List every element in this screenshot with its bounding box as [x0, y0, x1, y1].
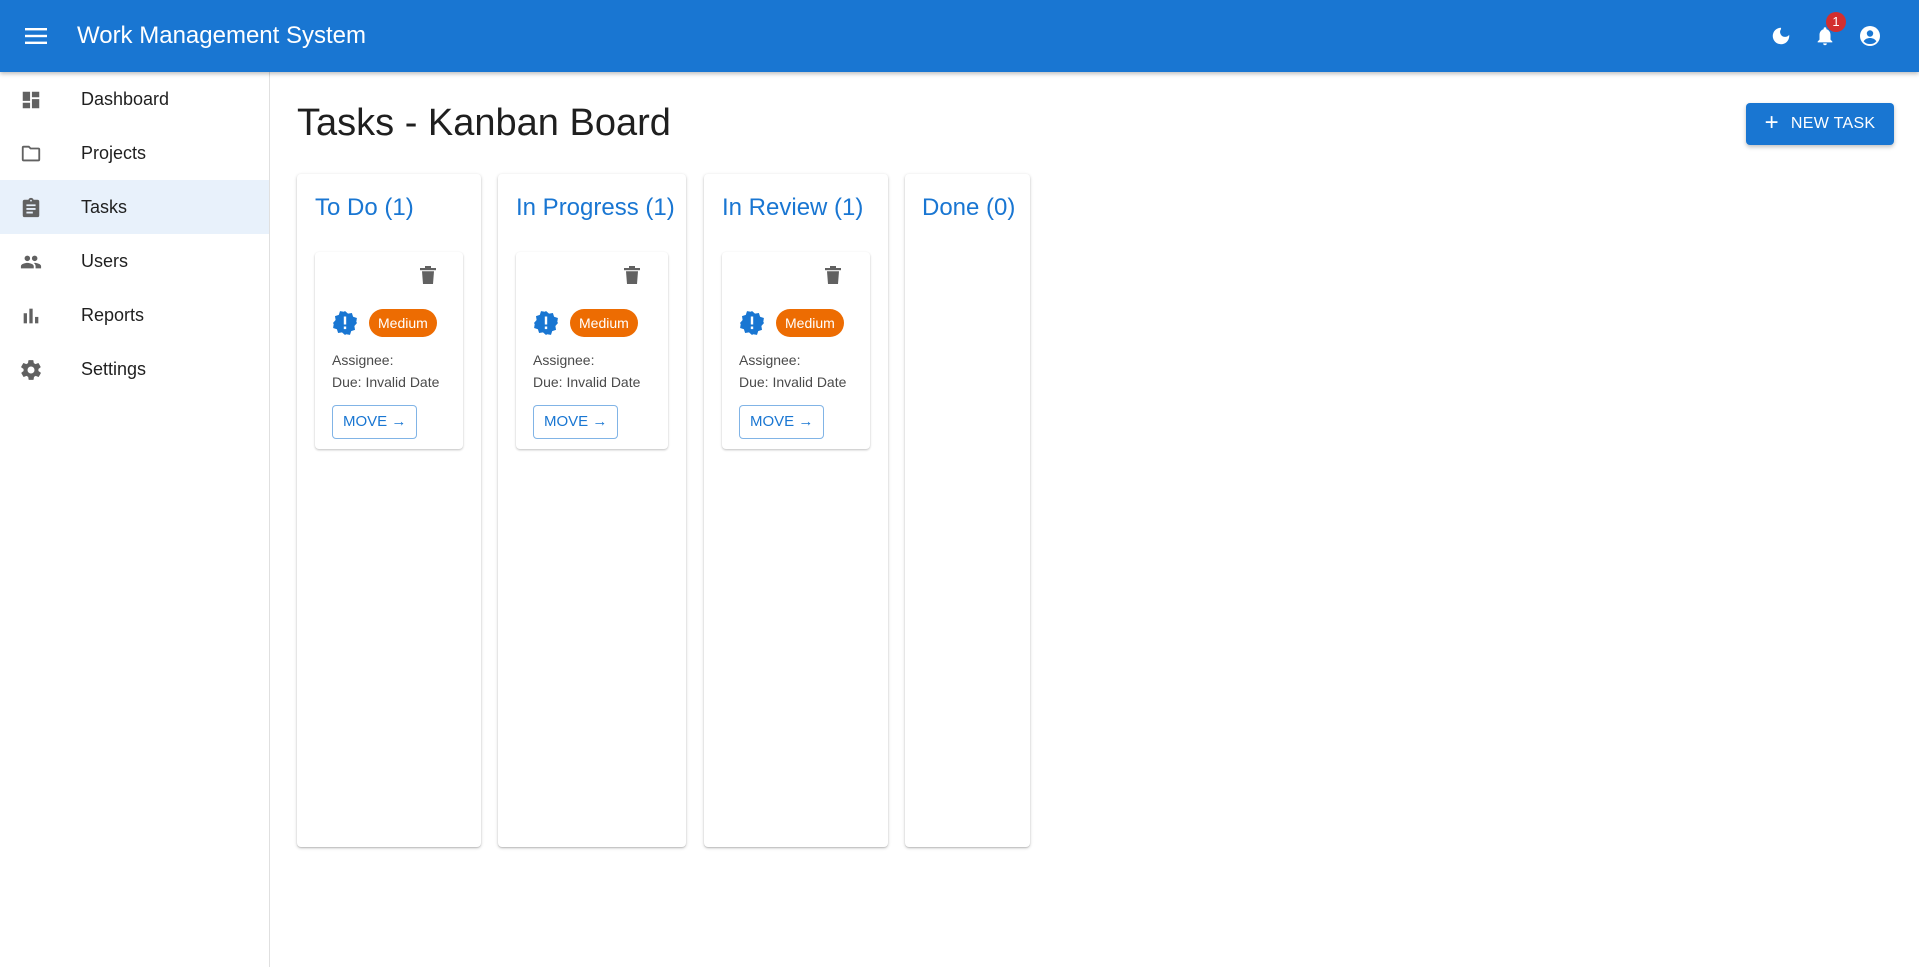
- bar-chart-icon: [18, 303, 44, 329]
- move-button[interactable]: MOVE →: [739, 405, 825, 439]
- sidebar-item-settings[interactable]: Settings: [0, 342, 269, 396]
- page-title: Tasks - Kanban Board: [297, 102, 671, 144]
- column-title: In Progress (1): [516, 194, 675, 221]
- folder-icon: [18, 141, 44, 167]
- plus-icon: +: [1764, 109, 1779, 136]
- dashboard-icon: [18, 87, 44, 113]
- priority-chip: Medium: [369, 309, 437, 337]
- clipboard-icon: [18, 195, 44, 221]
- kanban-column-done: Done (0): [905, 174, 1030, 847]
- sidebar-item-label: Settings: [81, 358, 147, 379]
- column-title: In Review (1): [722, 194, 864, 221]
- sidebar-item-label: Reports: [81, 304, 145, 325]
- sidebar-item-reports[interactable]: Reports: [0, 288, 269, 342]
- task-card[interactable]: Medium Assignee: Due: Invalid Date MOVE …: [516, 252, 668, 449]
- move-button[interactable]: MOVE →: [533, 405, 619, 439]
- kanban-column-in-review: In Review (1) Medium Assignee: Due: Inva…: [704, 174, 888, 847]
- menu-icon[interactable]: [20, 20, 52, 52]
- assignee-text: Assignee:: [533, 352, 595, 368]
- notification-badge: 1: [1826, 12, 1846, 32]
- assignee-text: Assignee:: [739, 352, 801, 368]
- priority-chip: Medium: [776, 309, 844, 337]
- new-task-button[interactable]: + NEW TASK: [1746, 103, 1894, 145]
- sidebar-item-dashboard[interactable]: Dashboard: [0, 72, 269, 126]
- priority-alert-icon: [740, 311, 764, 335]
- account-circle-icon[interactable]: [1855, 21, 1885, 51]
- sidebar-item-label: Projects: [81, 142, 147, 163]
- sidebar-item-label: Tasks: [81, 196, 128, 217]
- due-date-text: Due: Invalid Date: [739, 374, 847, 390]
- task-card[interactable]: Medium Assignee: Due: Invalid Date MOVE …: [722, 252, 870, 449]
- priority-chip: Medium: [570, 309, 638, 337]
- sidebar-item-projects[interactable]: Projects: [0, 126, 269, 180]
- priority-alert-icon: [534, 311, 558, 335]
- column-title: To Do (1): [315, 194, 414, 221]
- due-date-text: Due: Invalid Date: [332, 374, 440, 390]
- sidebar-item-label: Users: [81, 250, 129, 271]
- assignee-text: Assignee:: [332, 352, 394, 368]
- due-date-text: Due: Invalid Date: [533, 374, 641, 390]
- kanban-column-in-progress: In Progress (1) Medium Assignee: Due: In…: [498, 174, 686, 847]
- users-icon: [18, 249, 44, 275]
- dark-mode-moon-icon[interactable]: [1766, 21, 1796, 51]
- priority-alert-icon: [333, 311, 357, 335]
- delete-trash-icon[interactable]: [620, 263, 644, 287]
- sidebar-item-label: Dashboard: [81, 88, 170, 109]
- main-content: Tasks - Kanban Board + NEW TASK To Do (1…: [271, 72, 1919, 967]
- sidebar: Dashboard Projects Tasks Users Reports S…: [0, 72, 270, 967]
- sidebar-item-tasks[interactable]: Tasks: [0, 180, 269, 234]
- notifications-bell-icon[interactable]: 1: [1810, 12, 1846, 51]
- new-task-label: NEW TASK: [1790, 115, 1876, 132]
- column-title: Done (0): [922, 194, 1016, 221]
- task-card[interactable]: Medium Assignee: Due: Invalid Date MOVE …: [315, 252, 463, 449]
- app-title: Work Management System: [77, 22, 366, 49]
- delete-trash-icon[interactable]: [416, 263, 440, 287]
- move-button[interactable]: MOVE →: [332, 405, 418, 439]
- delete-trash-icon[interactable]: [821, 263, 845, 287]
- app-bar: Work Management System 1: [0, 0, 1919, 72]
- kanban-column-todo: To Do (1) Medium Assignee: Due: Invalid …: [297, 174, 481, 847]
- gear-icon: [18, 357, 44, 383]
- sidebar-item-users[interactable]: Users: [0, 234, 269, 288]
